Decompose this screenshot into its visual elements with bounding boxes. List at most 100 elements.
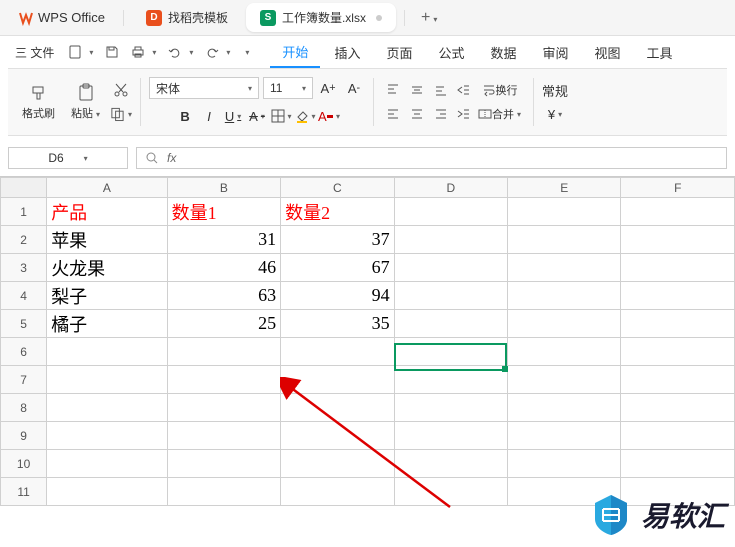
cell-a3[interactable]: 火龙果: [47, 254, 167, 282]
tab-file[interactable]: S 工作簿数量.xlsx: [246, 3, 396, 32]
cell-c2[interactable]: 37: [281, 226, 394, 254]
save-button[interactable]: [100, 41, 124, 63]
redo-button[interactable]: ▾: [200, 41, 235, 63]
number-format-select[interactable]: 常规: [542, 79, 568, 101]
cell-c1[interactable]: 数量2: [281, 198, 394, 226]
cut-button[interactable]: [110, 79, 132, 101]
cell-f1[interactable]: [621, 198, 735, 226]
cell-f3[interactable]: [621, 254, 735, 282]
row-header-9[interactable]: 9: [1, 422, 47, 450]
col-header-c[interactable]: C: [281, 178, 394, 198]
font-size-select[interactable]: 11▾: [263, 77, 313, 99]
cell-e7[interactable]: [508, 366, 621, 394]
tab-template[interactable]: D 找稻壳模板: [132, 3, 242, 32]
cell-e2[interactable]: [508, 226, 621, 254]
cell-b7[interactable]: [167, 366, 280, 394]
menu-formula[interactable]: 公式: [426, 38, 476, 67]
cell-e1[interactable]: [508, 198, 621, 226]
cell-b9[interactable]: [167, 422, 280, 450]
align-left-button[interactable]: [382, 103, 404, 125]
wrap-text-button[interactable]: 换行: [478, 79, 522, 101]
strikethrough-button[interactable]: A▾: [246, 105, 268, 127]
col-header-e[interactable]: E: [508, 178, 621, 198]
indent-decrease-button[interactable]: [456, 79, 470, 101]
row-header-7[interactable]: 7: [1, 366, 47, 394]
cell-b6[interactable]: [167, 338, 280, 366]
align-center-button[interactable]: [406, 103, 428, 125]
cell-f6[interactable]: [621, 338, 735, 366]
cell-c11[interactable]: [281, 478, 394, 506]
align-top-button[interactable]: [382, 79, 404, 101]
col-header-f[interactable]: F: [621, 178, 735, 198]
cell-d9[interactable]: [394, 422, 507, 450]
cell-b11[interactable]: [167, 478, 280, 506]
menu-start[interactable]: 开始: [270, 37, 320, 68]
cell-f2[interactable]: [621, 226, 735, 254]
cell-d11[interactable]: [394, 478, 507, 506]
cell-d6[interactable]: [394, 338, 507, 366]
new-button[interactable]: ▾: [63, 41, 98, 63]
cell-c5[interactable]: 35: [281, 310, 394, 338]
align-middle-button[interactable]: [406, 79, 428, 101]
menu-view[interactable]: 视图: [583, 38, 633, 67]
row-header-6[interactable]: 6: [1, 338, 47, 366]
cell-c9[interactable]: [281, 422, 394, 450]
cell-c10[interactable]: [281, 450, 394, 478]
format-brush-button[interactable]: 格式刷: [16, 80, 61, 124]
cell-b2[interactable]: 31: [167, 226, 280, 254]
cell-b4[interactable]: 63: [167, 282, 280, 310]
cell-d5[interactable]: [394, 310, 507, 338]
cell-a4[interactable]: 梨子: [47, 282, 167, 310]
cell-e6[interactable]: [508, 338, 621, 366]
cell-e8[interactable]: [508, 394, 621, 422]
align-bottom-button[interactable]: [430, 79, 452, 101]
row-header-1[interactable]: 1: [1, 198, 47, 226]
cell-c8[interactable]: [281, 394, 394, 422]
cell-c7[interactable]: [281, 366, 394, 394]
cell-c4[interactable]: 94: [281, 282, 394, 310]
cell-a9[interactable]: [47, 422, 167, 450]
border-button[interactable]: ▾: [270, 105, 292, 127]
cell-e10[interactable]: [508, 450, 621, 478]
cell-b1[interactable]: 数量1: [167, 198, 280, 226]
col-header-d[interactable]: D: [394, 178, 507, 198]
cell-d4[interactable]: [394, 282, 507, 310]
row-header-2[interactable]: 2: [1, 226, 47, 254]
row-header-11[interactable]: 11: [1, 478, 47, 506]
menu-insert[interactable]: 插入: [322, 38, 372, 67]
cell-b10[interactable]: [167, 450, 280, 478]
font-name-select[interactable]: 宋体▾: [149, 77, 259, 99]
cell-c6[interactable]: [281, 338, 394, 366]
cell-d10[interactable]: [394, 450, 507, 478]
cell-d1[interactable]: [394, 198, 507, 226]
row-header-5[interactable]: 5: [1, 310, 47, 338]
select-all-corner[interactable]: [1, 178, 47, 198]
cell-e3[interactable]: [508, 254, 621, 282]
name-box[interactable]: D6 ▾: [8, 147, 128, 169]
row-header-3[interactable]: 3: [1, 254, 47, 282]
file-menu[interactable]: 三 文件: [8, 40, 61, 65]
cell-e5[interactable]: [508, 310, 621, 338]
cell-f9[interactable]: [621, 422, 735, 450]
cell-a8[interactable]: [47, 394, 167, 422]
cell-a5[interactable]: 橘子: [47, 310, 167, 338]
menu-review[interactable]: 审阅: [531, 38, 581, 67]
row-header-4[interactable]: 4: [1, 282, 47, 310]
cell-b3[interactable]: 46: [167, 254, 280, 282]
more-button[interactable]: ▾: [237, 44, 254, 61]
cell-f7[interactable]: [621, 366, 735, 394]
cell-a7[interactable]: [47, 366, 167, 394]
fill-color-button[interactable]: ▾: [294, 105, 316, 127]
cell-a10[interactable]: [47, 450, 167, 478]
col-header-b[interactable]: B: [167, 178, 280, 198]
print-button[interactable]: ▾: [126, 41, 161, 63]
cell-f10[interactable]: [621, 450, 735, 478]
formula-input[interactable]: fx: [136, 147, 727, 169]
italic-button[interactable]: I: [198, 105, 220, 127]
copy-button[interactable]: ▾: [110, 103, 132, 125]
menu-tools[interactable]: 工具: [635, 38, 685, 67]
cell-a2[interactable]: 苹果: [47, 226, 167, 254]
font-color-button[interactable]: A▾: [318, 105, 340, 127]
underline-button[interactable]: U▾: [222, 105, 244, 127]
cell-d3[interactable]: [394, 254, 507, 282]
